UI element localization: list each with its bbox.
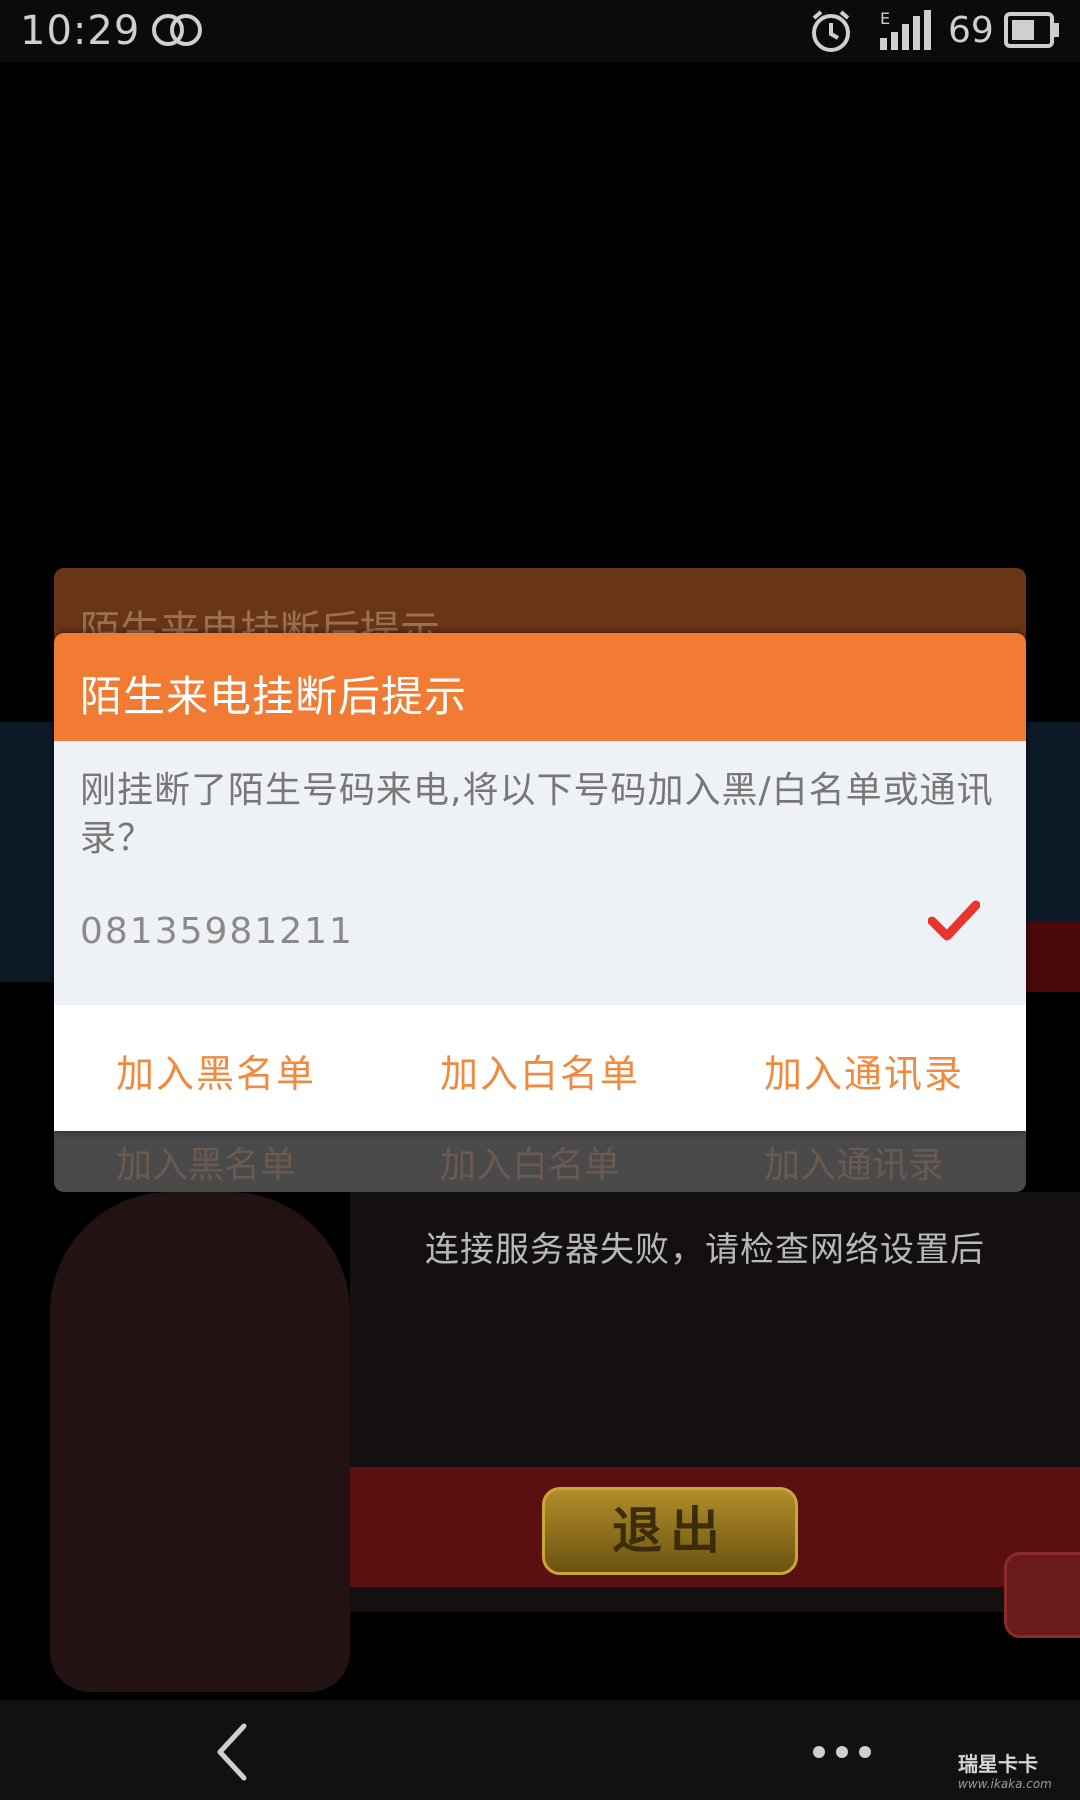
dialog-body: 刚挂断了陌生号码来电,将以下号码加入黑/白名单或通讯录？ 08135981211 <box>54 741 1026 1005</box>
add-to-whitelist-button[interactable]: 加入白名单 <box>440 1043 640 1098</box>
ghost-button-label: 加入通讯录 <box>764 1145 945 1186</box>
game-character-image <box>50 1192 350 1692</box>
battery-percentage: 69 <box>948 10 994 51</box>
signal-icon: E <box>880 9 936 56</box>
watermark-logo: 瑞星卡卡 www.ikaka.com <box>958 1748 1052 1791</box>
game-exit-button[interactable]: 退出 <box>542 1487 798 1575</box>
dialog-title: 陌生来电挂断后提示 <box>80 672 468 721</box>
game-error-message: 连接服务器失败，请检查网络设置后 <box>425 1230 985 1270</box>
ghost-dialog-header: 陌生来电挂断后提示 <box>54 568 1026 654</box>
dialog-message: 刚挂断了陌生号码来电,将以下号码加入黑/白名单或通讯录？ <box>80 770 994 859</box>
dual-rings-icon <box>150 12 206 52</box>
checkmark-icon[interactable] <box>927 899 981 947</box>
watermark-site: www.ikaka.com <box>958 1777 1052 1791</box>
ghost-dialog-footer: 加入黑名单 加入白名单 加入通讯录 <box>54 1130 1026 1192</box>
add-to-contacts-button[interactable]: 加入通讯录 <box>764 1043 964 1098</box>
back-icon[interactable] <box>212 1722 252 1786</box>
ghost-button-label: 加入白名单 <box>440 1145 621 1186</box>
more-icon[interactable] <box>812 1744 872 1763</box>
watermark-brand: 瑞星卡卡 <box>958 1752 1038 1776</box>
status-time: 10:29 <box>20 8 141 54</box>
status-bar: 10:29 E 69 <box>0 0 1080 62</box>
game-retry-button[interactable] <box>1004 1552 1080 1638</box>
navigation-bar: 瑞星卡卡 www.ikaka.com <box>0 1700 1080 1800</box>
phone-number: 08135981211 <box>80 911 354 952</box>
dialog-actions: 加入黑名单 加入白名单 加入通讯录 <box>54 1005 1026 1131</box>
network-type: E <box>880 10 890 28</box>
stranger-call-dialog: 陌生来电挂断后提示 刚挂断了陌生号码来电,将以下号码加入黑/白名单或通讯录？ 0… <box>54 633 1026 1131</box>
alarm-icon <box>808 8 854 58</box>
battery-icon <box>1004 12 1060 52</box>
add-to-blacklist-button[interactable]: 加入黑名单 <box>116 1043 316 1098</box>
dialog-header: 陌生来电挂断后提示 <box>54 633 1026 741</box>
ghost-button-label: 加入黑名单 <box>116 1145 297 1186</box>
